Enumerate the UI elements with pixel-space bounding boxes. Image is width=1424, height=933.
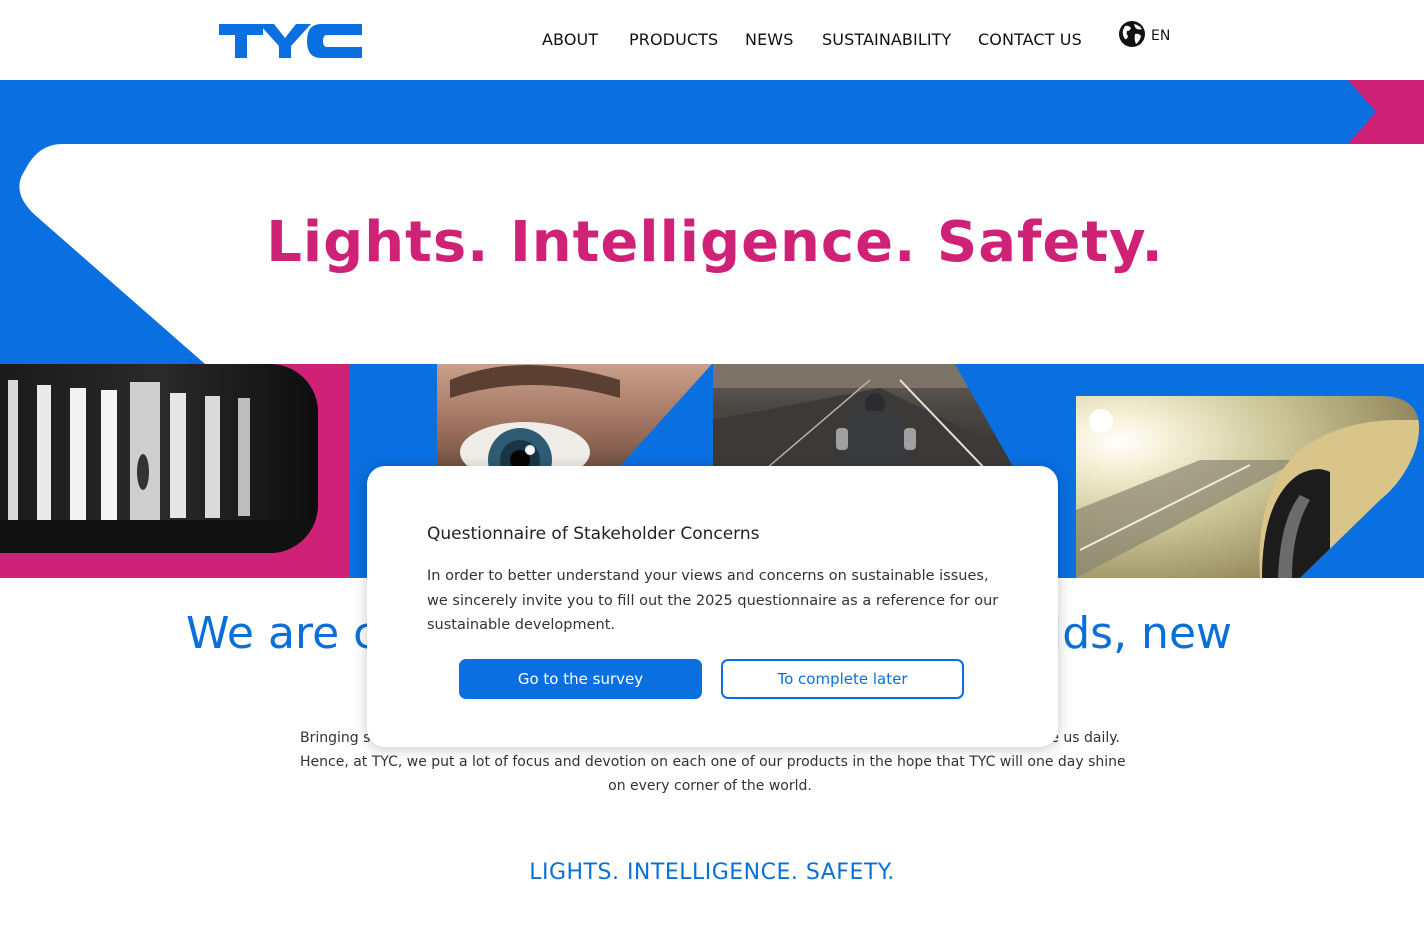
nav-contact-us[interactable]: CONTACT US	[978, 30, 1082, 49]
paragraph-line-3: on every corner of the world.	[608, 778, 812, 794]
nav-products[interactable]: PRODUCTS	[629, 30, 718, 49]
paragraph-line-1-right: e us daily.	[1050, 730, 1120, 746]
tagline: LIGHTS. INTELLIGENCE. SAFETY.	[529, 860, 895, 885]
language-label: EN	[1151, 28, 1171, 44]
headline-right-text: lds, new	[1050, 608, 1232, 659]
paragraph-line-1-left: Bringing s	[300, 730, 371, 746]
stakeholder-survey-modal: Questionnaire of Stakeholder Concerns In…	[367, 466, 1058, 747]
modal-title: Questionnaire of Stakeholder Concerns	[427, 524, 760, 544]
hero-title: Lights. Intelligence. Safety.	[266, 210, 1164, 275]
nav-about[interactable]: ABOUT	[542, 30, 598, 49]
nav-sustainability[interactable]: SUSTAINABILITY	[822, 30, 951, 49]
language-switcher[interactable]: EN	[1118, 21, 1170, 51]
main-nav: ABOUT PRODUCTS NEWS SUSTAINABILITY CONTA…	[0, 30, 1424, 54]
site-header: ABOUT PRODUCTS NEWS SUSTAINABILITY CONTA…	[0, 0, 1424, 80]
headline-left-text: We are c	[186, 608, 378, 659]
globe-icon	[1118, 20, 1146, 52]
paragraph-line-2: Hence, at TYC, we put a lot of focus and…	[300, 754, 1126, 770]
complete-later-button[interactable]: To complete later	[721, 659, 964, 699]
modal-description: In order to better understand your views…	[427, 568, 999, 633]
nav-news[interactable]: NEWS	[745, 30, 793, 49]
go-to-survey-button[interactable]: Go to the survey	[459, 659, 702, 699]
